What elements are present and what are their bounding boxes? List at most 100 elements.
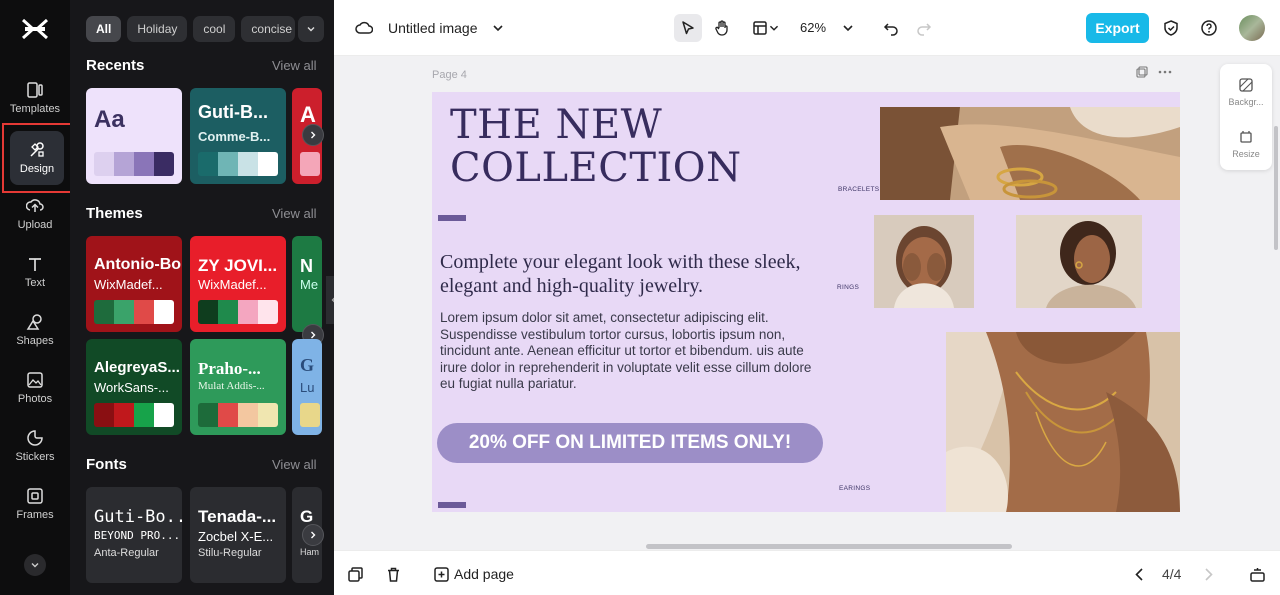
layout-menu-button[interactable] (766, 14, 782, 42)
horizontal-scrollbar[interactable] (646, 544, 1012, 549)
theme-card-3[interactable]: N Me (292, 236, 322, 332)
promo-banner[interactable]: 20% OFF ON LIMITED ITEMS ONLY! (437, 423, 823, 463)
recent-card-1[interactable]: Aa (86, 88, 182, 184)
cloud-icon (355, 21, 373, 34)
card-subtitle: Lu (300, 380, 315, 395)
chevron-down-icon (307, 27, 315, 32)
recents-next-button[interactable] (302, 124, 324, 146)
rail-item-stickers[interactable]: Stickers (0, 420, 70, 472)
resize-label: Resize (1232, 149, 1260, 159)
theme-card-6[interactable]: G Lu (292, 339, 322, 435)
rail-label: Shapes (16, 335, 54, 347)
canvas-area[interactable]: Page 4 THE NEW COLLECTION Complete your … (334, 56, 1280, 550)
chip-cool[interactable]: cool (193, 16, 236, 42)
accent-bar-bottom[interactable] (438, 502, 466, 508)
filter-chips: All Holiday cool concise (86, 16, 296, 42)
delete-button[interactable] (382, 563, 404, 585)
font-card-1[interactable]: Guti-Bo... BEYOND PRO... Anta-Regular (86, 487, 182, 583)
palette-swatches (198, 300, 278, 324)
select-tool-button[interactable] (674, 14, 702, 42)
capcut-logo[interactable] (20, 14, 50, 44)
cloud-save-button[interactable] (350, 14, 378, 42)
body-text[interactable]: Lorem ipsum dolor sit amet, consectetur … (440, 310, 830, 393)
resize-button[interactable]: Resize (1220, 120, 1272, 168)
palette-swatches (198, 403, 278, 427)
font-card-2[interactable]: Tenada-... Zocbel X-E... Stilu-Regular (190, 487, 286, 583)
rail-item-upload[interactable]: Upload (0, 188, 70, 240)
theme-card-2[interactable]: ZY JOVI... WixMadef... (190, 236, 286, 332)
vertical-scrollbar[interactable] (1274, 126, 1278, 250)
undo-icon (883, 23, 898, 36)
card-subtitle: Comme-B... (198, 129, 271, 144)
recent-card-2[interactable]: Guti-B... Comme-B... (190, 88, 286, 184)
next-page-button[interactable] (1197, 563, 1219, 585)
rail-item-photos[interactable]: Photos (0, 362, 70, 414)
zoom-level[interactable]: 62% (800, 20, 826, 35)
pages-icon (1249, 567, 1265, 582)
card-title: Guti-B... (198, 102, 268, 122)
add-page-button[interactable] (430, 563, 452, 585)
chips-scroll-button[interactable] (298, 16, 324, 42)
bracelets-photo[interactable] (880, 107, 1180, 200)
export-button[interactable]: Export (1086, 13, 1149, 43)
design-panel: All Holiday cool concise Recents View al… (70, 0, 334, 595)
chip-concise[interactable]: concise (241, 16, 296, 42)
rings-photo-1[interactable] (874, 215, 974, 308)
tag-rings[interactable]: RINGS (837, 284, 859, 291)
chip-holiday[interactable]: Holiday (127, 16, 188, 42)
duplicate-page-icon[interactable] (1136, 66, 1148, 78)
zoom-menu-button[interactable] (834, 14, 862, 42)
card-title: ZY JOVI... (198, 256, 278, 275)
background-button[interactable]: Backgr... (1220, 68, 1272, 116)
headline[interactable]: THE NEW COLLECTION (450, 104, 742, 190)
top-bar: Untitled image 62% Export (334, 0, 1280, 56)
more-options-icon[interactable] (1158, 66, 1172, 78)
palette-swatches (94, 152, 174, 176)
shield-button[interactable] (1157, 14, 1185, 42)
chevron-right-icon (311, 531, 316, 539)
rail-item-shapes[interactable]: Shapes (0, 304, 70, 356)
left-rail: Templates Design Upload Text Shapes Phot… (0, 0, 72, 595)
rail-label: Stickers (15, 451, 55, 463)
fonts-view-all[interactable]: View all (272, 457, 317, 472)
previous-page-button[interactable] (1128, 563, 1150, 585)
rail-item-templates[interactable]: Templates (0, 72, 70, 124)
title-menu-button[interactable] (484, 14, 512, 42)
fonts-next-button[interactable] (302, 524, 324, 546)
rail-item-frames[interactable]: Frames (0, 478, 70, 530)
earings-photo[interactable] (946, 332, 1180, 512)
document-title[interactable]: Untitled image (388, 20, 478, 36)
card-title: Praho-... (198, 359, 261, 378)
more-tools-button[interactable] (24, 554, 46, 576)
theme-card-1[interactable]: Antonio-Bold WixMadef... (86, 236, 182, 332)
redo-button[interactable] (910, 14, 938, 42)
duplicate-button[interactable] (344, 563, 366, 585)
rail-item-design[interactable]: Design (2, 123, 72, 193)
tag-bracelets[interactable]: BRACELETS (838, 186, 879, 193)
hand-tool-button[interactable] (708, 14, 736, 42)
tag-earings[interactable]: EARINGS (839, 485, 870, 492)
page-manager-button[interactable] (1246, 563, 1268, 585)
themes-title: Themes (86, 205, 143, 222)
bracelets-image (880, 107, 1180, 200)
recents-view-all[interactable]: View all (272, 58, 317, 73)
font-tertiary: Stilu-Regular (198, 547, 262, 559)
rings-photo-2[interactable] (1016, 215, 1142, 308)
user-avatar[interactable] (1239, 15, 1265, 41)
card-title: Aa (94, 106, 125, 133)
rail-item-text[interactable]: Text (0, 246, 70, 298)
font-primary: Guti-Bo... (94, 507, 182, 527)
design-page[interactable]: THE NEW COLLECTION Complete your elegant… (432, 92, 1180, 512)
themes-view-all[interactable]: View all (272, 206, 317, 221)
chip-all[interactable]: All (86, 16, 122, 42)
subheadline[interactable]: Complete your elegant look with these sl… (440, 250, 840, 298)
rail-label: Text (24, 277, 46, 289)
theme-card-4[interactable]: AlegreyaS... WorkSans-... (86, 339, 182, 435)
accent-bar-top[interactable] (438, 215, 466, 221)
help-button[interactable] (1195, 14, 1223, 42)
trash-icon (387, 567, 399, 582)
rings-image-2 (1016, 215, 1142, 308)
add-page-label[interactable]: Add page (454, 566, 514, 582)
theme-card-5[interactable]: Praho-... Mulat Addis-... (190, 339, 286, 435)
undo-button[interactable] (877, 14, 905, 42)
